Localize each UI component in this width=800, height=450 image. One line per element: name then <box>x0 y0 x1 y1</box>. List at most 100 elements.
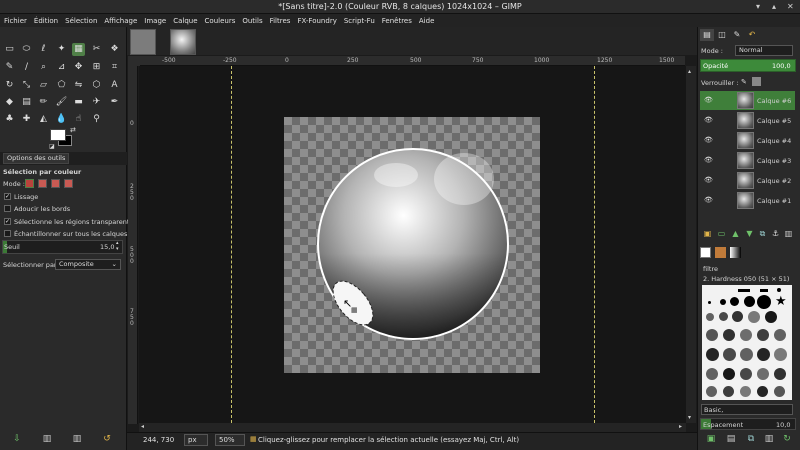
brush-swatch[interactable] <box>706 348 719 361</box>
color-select-icon[interactable]: ▦ <box>72 43 85 56</box>
eye-icon[interactable]: 👁 <box>704 156 713 164</box>
move-icon[interactable]: ✥ <box>72 61 85 74</box>
foreground-color-swatch[interactable] <box>50 129 66 141</box>
brush-swatch[interactable] <box>748 311 760 323</box>
menu-fichier[interactable]: Fichier <box>4 17 27 25</box>
scroll-right-icon[interactable]: ▸ <box>679 423 682 430</box>
brush-swatch[interactable] <box>723 348 736 361</box>
rect-select-icon[interactable]: ▭ <box>3 43 16 56</box>
brush-swatch[interactable] <box>774 348 787 361</box>
anchor-layer-icon[interactable]: ⚓ <box>771 229 780 238</box>
swap-colors-icon[interactable]: ⇄ <box>70 126 76 134</box>
brush-swatch[interactable] <box>740 368 752 380</box>
text-icon[interactable]: A <box>108 79 121 92</box>
bucket-fill-icon[interactable]: ◆ <box>3 96 16 109</box>
brush-swatch[interactable] <box>708 301 711 304</box>
lock-pixels-icon[interactable]: ✎ <box>741 78 747 86</box>
measure-icon[interactable]: ⊿ <box>55 61 68 74</box>
select-by-dropdown[interactable]: Composite ⌄ <box>55 259 121 270</box>
menu-script-fu[interactable]: Script-Fu <box>344 17 375 25</box>
scroll-up-icon[interactable]: ▴ <box>688 68 691 75</box>
new-layer-group-icon[interactable]: ▭ <box>717 229 726 238</box>
menu-aide[interactable]: Aide <box>419 17 434 25</box>
clone-icon[interactable]: ♣ <box>3 113 16 126</box>
align-icon[interactable]: ⊞ <box>90 61 103 74</box>
perspective-clone-icon[interactable]: ◭ <box>37 113 50 126</box>
brush-swatch[interactable] <box>719 312 728 321</box>
scroll-left-icon[interactable]: ◂ <box>141 423 144 430</box>
free-select-icon[interactable]: ℓ <box>37 43 50 56</box>
brush-swatch[interactable] <box>757 295 771 309</box>
lock-alpha-icon[interactable] <box>752 77 761 86</box>
save-options-icon[interactable]: ⇩ <box>12 434 22 444</box>
perspective-icon[interactable]: ⬠ <box>55 79 68 92</box>
brush-swatch[interactable] <box>706 368 718 380</box>
mode-subtract-icon[interactable] <box>51 179 60 188</box>
seuil-spin-icon[interactable]: ▴ ▾ <box>116 240 119 252</box>
new-layer-icon[interactable]: ▣ <box>703 229 712 238</box>
eye-icon[interactable]: 👁 <box>704 176 713 184</box>
brush-duplicate-icon[interactable]: ⧉ <box>746 434 756 444</box>
layer-row[interactable]: 👁 Calque #6 <box>700 91 795 110</box>
menu-edition[interactable]: Édition <box>34 17 58 25</box>
brush-swatch[interactable] <box>744 296 755 307</box>
scale-icon[interactable]: ⤡ <box>20 79 33 92</box>
layer-row[interactable]: 👁 Calque #5 <box>700 111 795 130</box>
brush-swatch[interactable] <box>706 329 718 341</box>
paths-icon[interactable]: ✎ <box>3 61 16 74</box>
star-brush-icon[interactable]: ★ <box>775 294 787 309</box>
brush-swatch[interactable] <box>723 386 734 397</box>
adoucir-checkbox[interactable] <box>4 205 11 212</box>
layer-row[interactable]: 👁 Calque #4 <box>700 131 795 150</box>
delete-layer-icon[interactable]: ▥ <box>784 229 793 238</box>
lower-layer-icon[interactable]: ▼ <box>745 229 754 238</box>
reset-options-icon[interactable]: ↺ <box>102 434 112 444</box>
foreground-select-icon[interactable]: ❖ <box>108 43 121 56</box>
layer-row[interactable]: 👁 Calque #2 <box>700 171 795 190</box>
raise-layer-icon[interactable]: ▲ <box>731 229 740 238</box>
image-thumb-1[interactable] <box>130 29 156 55</box>
brushes-tab-icon[interactable] <box>700 247 711 258</box>
brush-swatch[interactable] <box>738 289 750 292</box>
brush-swatch[interactable] <box>732 311 743 322</box>
dodge-burn-icon[interactable]: ⚲ <box>90 113 103 126</box>
eye-icon[interactable]: 👁 <box>704 116 713 124</box>
brush-swatch[interactable] <box>720 299 726 305</box>
brush-swatch[interactable] <box>757 348 770 361</box>
menu-fenetres[interactable]: Fenêtres <box>382 17 412 25</box>
delete-options-icon[interactable]: ▥ <box>72 434 82 444</box>
eraser-icon[interactable]: ▬ <box>72 96 85 109</box>
horizontal-scrollbar[interactable] <box>139 423 686 432</box>
mode-replace-icon[interactable] <box>25 179 34 188</box>
close-icon[interactable]: ✕ <box>787 2 794 11</box>
brush-swatch[interactable] <box>730 297 739 306</box>
ellipse-select-icon[interactable]: ⬭ <box>20 43 33 56</box>
patterns-tab-icon[interactable] <box>715 247 726 258</box>
duplicate-layer-icon[interactable]: ⧉ <box>758 229 767 238</box>
tab-undo-icon[interactable]: ↶ <box>745 29 759 41</box>
vertical-scrollbar[interactable] <box>686 66 696 423</box>
menu-selection[interactable]: Sélection <box>65 17 97 25</box>
brush-swatch[interactable] <box>706 386 717 397</box>
layer-mode-dropdown[interactable]: Normal <box>735 45 793 56</box>
brush-swatch[interactable] <box>740 348 753 361</box>
minimize-icon[interactable]: ▾ <box>756 2 760 11</box>
transparent-checkbox[interactable]: ✓ <box>4 218 11 225</box>
paintbrush-icon[interactable]: 🖌 <box>55 96 68 109</box>
brush-swatch[interactable] <box>740 329 752 341</box>
scroll-down-icon[interactable]: ▾ <box>688 414 691 421</box>
layer-row[interactable]: 👁 Calque #3 <box>700 151 795 170</box>
sample-merged-checkbox[interactable] <box>4 230 11 237</box>
brush-swatch[interactable] <box>757 386 768 397</box>
menu-image[interactable]: Image <box>144 17 166 25</box>
mode-intersect-icon[interactable] <box>64 179 73 188</box>
eye-icon[interactable]: 👁 <box>704 96 713 104</box>
menu-affichage[interactable]: Affichage <box>104 17 137 25</box>
brush-preset-dropdown[interactable]: Basic, <box>701 404 793 415</box>
crop-icon[interactable]: ⌗ <box>108 61 121 74</box>
brush-delete-icon[interactable]: ▥ <box>764 434 774 444</box>
shear-icon[interactable]: ▱ <box>37 79 50 92</box>
maximize-icon[interactable]: ▴ <box>772 2 776 11</box>
brush-swatch[interactable] <box>723 329 735 341</box>
eye-icon[interactable]: 👁 <box>704 196 713 204</box>
